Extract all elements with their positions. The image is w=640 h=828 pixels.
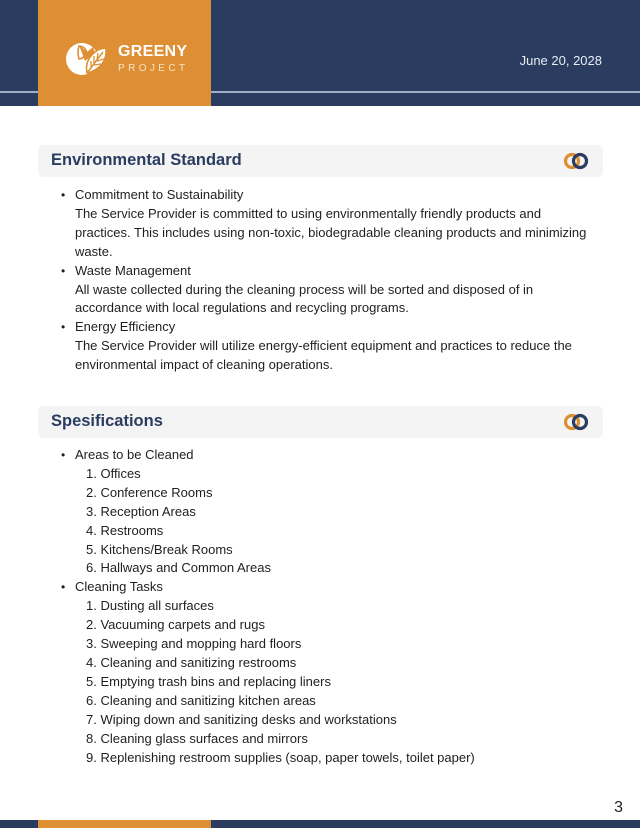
specifications-list: Areas to be Cleaned 1. Offices 2. Confer… xyxy=(61,446,595,767)
leaf-logo-icon xyxy=(66,43,107,75)
area-item: 1. Offices xyxy=(86,465,141,481)
task-item: 3. Sweeping and mopping hard floors xyxy=(86,636,302,652)
list-item: Cleaning Tasks 1. Dusting all surfaces 2… xyxy=(61,578,595,767)
page-header: GREENY PROJECT June 20, 2028 xyxy=(0,0,640,106)
interlocking-rings-icon xyxy=(563,413,589,431)
section-header-specifications: Spesifications xyxy=(38,406,603,438)
item-text: The Service Provider will utilize energy… xyxy=(75,338,572,373)
brand-block: GREENY PROJECT xyxy=(38,0,211,106)
environmental-standard-content: Commitment to Sustainability The Service… xyxy=(61,186,595,375)
areas-list: 1. Offices 2. Conference Rooms 3. Recept… xyxy=(75,465,595,578)
footer-accent xyxy=(38,820,211,828)
section-header-environmental-standard: Environmental Standard xyxy=(38,145,603,177)
area-item: 3. Reception Areas xyxy=(86,503,196,519)
specifications-content: Areas to be Cleaned 1. Offices 2. Confer… xyxy=(61,446,595,767)
task-item: 9. Replenishing restroom supplies (soap,… xyxy=(86,749,475,765)
interlocking-rings-icon xyxy=(563,152,589,170)
list-item: Waste Management All waste collected dur… xyxy=(61,262,595,319)
item-heading: Energy Efficiency xyxy=(75,319,176,335)
task-item: 7. Wiping down and sanitizing desks and … xyxy=(86,711,397,727)
area-item: 6. Hallways and Common Areas xyxy=(86,560,271,576)
brand-subtitle: PROJECT xyxy=(118,63,189,74)
tasks-list: 1. Dusting all surfaces 2. Vacuuming car… xyxy=(75,597,595,767)
task-item: 2. Vacuuming carpets and rugs xyxy=(86,617,265,633)
document-date: June 20, 2028 xyxy=(519,53,602,68)
area-item: 4. Restrooms xyxy=(86,522,164,538)
environmental-standard-list: Commitment to Sustainability The Service… xyxy=(61,186,595,375)
task-item: 5. Emptying trash bins and replacing lin… xyxy=(86,673,331,689)
brand-name: GREENY xyxy=(118,43,188,60)
list-item: Energy Efficiency The Service Provider w… xyxy=(61,318,595,375)
section-title: Environmental Standard xyxy=(51,151,242,169)
area-item: 5. Kitchens/Break Rooms xyxy=(86,541,233,557)
task-item: 8. Cleaning glass surfaces and mirrors xyxy=(86,730,308,746)
list-item: Commitment to Sustainability The Service… xyxy=(61,186,595,262)
area-item: 2. Conference Rooms xyxy=(86,484,213,500)
page-number: 3 xyxy=(614,799,623,816)
item-heading: Waste Management xyxy=(75,262,191,278)
item-text: All waste collected during the cleaning … xyxy=(75,281,534,316)
item-text: The Service Provider is committed to usi… xyxy=(75,205,587,259)
page-footer xyxy=(0,820,640,828)
group-heading: Cleaning Tasks xyxy=(75,579,163,595)
group-heading: Areas to be Cleaned xyxy=(75,447,194,462)
task-item: 6. Cleaning and sanitizing kitchen areas xyxy=(86,692,316,708)
task-item: 4. Cleaning and sanitizing restrooms xyxy=(86,654,297,670)
section-title: Spesifications xyxy=(51,412,163,430)
list-item: Areas to be Cleaned 1. Offices 2. Confer… xyxy=(61,446,595,578)
task-item: 1. Dusting all surfaces xyxy=(86,598,214,614)
item-heading: Commitment to Sustainability xyxy=(75,187,244,202)
